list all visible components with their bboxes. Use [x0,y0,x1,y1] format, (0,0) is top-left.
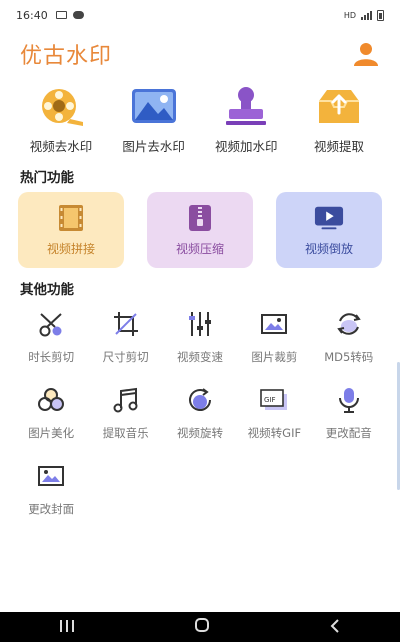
film-strip-icon [56,204,86,232]
hot-features: 视频拼接 视频压缩 视频倒放 [18,192,382,268]
feature-change-cover[interactable]: 更改封面 [14,462,88,517]
cover-image-icon [36,462,66,490]
feature-image-crop[interactable]: 图片裁剪 [237,310,311,365]
gif-icon: GIF [259,386,289,414]
app-title: 优古水印 [20,44,113,69]
feature-video-to-gif[interactable]: GIF 视频转GIF [237,386,311,441]
feature-video-rotate[interactable]: 视频旋转 [163,386,237,441]
back-button[interactable] [329,618,341,637]
feature-label: 提取音乐 [102,426,149,440]
feature-md5-transcode[interactable]: MD5转码 [312,310,386,365]
microphone-icon [334,386,364,414]
hot-card-video-merge[interactable]: 视频拼接 [18,192,124,268]
status-time: 16:40 [16,8,48,22]
feature-label: 视频旋转 [176,426,223,440]
hot-card-video-compress[interactable]: 视频压缩 [147,192,253,268]
feature-label: 时长剪切 [28,350,75,364]
image-crop-icon [259,310,289,338]
image-icon [128,86,180,126]
feature-label: 更改封面 [28,502,75,516]
gallery-notification-icon [55,11,67,19]
hot-card-label: 视频倒放 [304,241,353,256]
feature-change-dubbing[interactable]: 更改配音 [312,386,386,441]
sliders-icon [185,310,215,338]
scissors-icon [36,310,66,338]
signal-icon [361,10,372,20]
status-bar: 16:40 HD [0,0,400,30]
feature-duration-cut[interactable]: 时长剪切 [14,310,88,365]
refresh-icon [334,310,364,338]
music-note-icon [111,386,141,414]
system-nav-bar [0,612,400,642]
feature-label: 图片美化 [28,426,75,440]
svg-text:GIF: GIF [264,396,276,404]
action-video-add-watermark[interactable]: 视频加水印 [203,86,289,155]
zip-icon [185,204,215,232]
action-label: 视频提取 [313,139,364,154]
feature-label: 更改配音 [325,426,372,440]
crop-icon [111,310,141,338]
rotate-icon [185,386,215,414]
other-section-title: 其他功能 [20,282,74,298]
battery-icon [377,9,384,21]
hot-card-video-reverse[interactable]: 视频倒放 [276,192,382,268]
feature-extract-music[interactable]: 提取音乐 [88,386,162,441]
tray-upload-icon [313,86,365,126]
network-type-label: HD [343,10,356,20]
film-reel-icon [35,86,87,126]
action-video-extract[interactable]: 视频提取 [296,86,382,155]
other-features-grid: 时长剪切 尺寸剪切 视频变速 图片裁剪 MD5转码 图片美化 提取音乐 视频旋转… [14,310,386,517]
action-image-remove-watermark[interactable]: 图片去水印 [111,86,197,155]
app-header: 优古水印 [20,36,380,72]
action-video-remove-watermark[interactable]: 视频去水印 [18,86,104,155]
message-notification-icon [72,11,84,19]
feature-label: 视频转GIF [247,426,302,440]
recent-apps-button[interactable] [59,618,75,637]
beautify-icon [36,386,66,414]
user-profile-icon[interactable] [352,40,380,68]
feature-image-beautify[interactable]: 图片美化 [14,386,88,441]
action-label: 图片去水印 [122,139,185,154]
feature-label: 图片裁剪 [251,350,298,364]
feature-video-speed[interactable]: 视频变速 [163,310,237,365]
home-button[interactable] [194,617,210,637]
hot-section-title: 热门功能 [20,170,74,186]
hot-card-label: 视频压缩 [175,241,224,256]
stamp-icon [220,86,272,126]
feature-label: 尺寸剪切 [102,350,149,364]
play-screen-icon [314,204,344,232]
action-label: 视频加水印 [215,139,278,154]
top-actions: 视频去水印 图片去水印 视频加水印 视频提取 [18,86,382,155]
action-label: 视频去水印 [29,139,93,154]
feature-size-cut[interactable]: 尺寸剪切 [88,310,162,365]
feature-label: MD5转码 [324,350,374,364]
feature-label: 视频变速 [176,350,223,364]
hot-card-label: 视频拼接 [46,241,95,256]
